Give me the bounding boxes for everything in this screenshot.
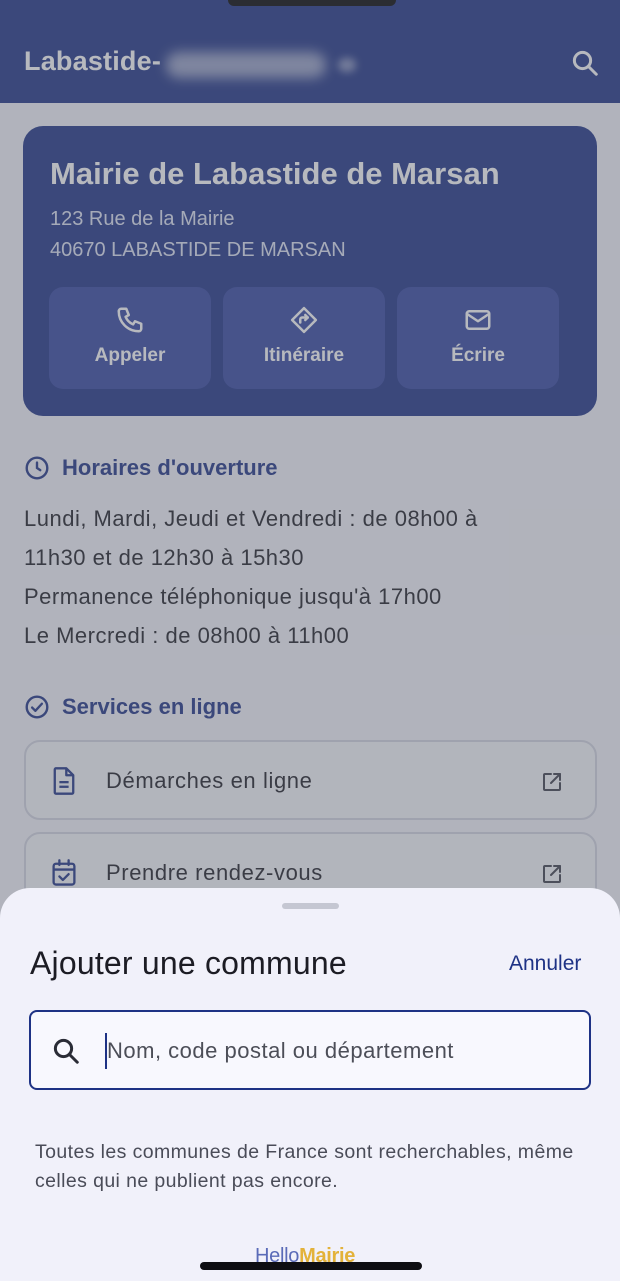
add-commune-sheet: Ajouter une commune Annuler Toutes les c… [0,888,620,1281]
sheet-drag-handle[interactable] [282,903,339,909]
search-field[interactable] [29,1010,591,1090]
sheet-title: Ajouter une commune [30,945,347,981]
helper-text: Toutes les communes de France sont reche… [35,1141,574,1192]
cancel-button[interactable]: Annuler [509,952,581,976]
search-input[interactable] [107,1032,567,1070]
search-icon [53,1038,79,1064]
home-indicator[interactable] [200,1262,422,1270]
